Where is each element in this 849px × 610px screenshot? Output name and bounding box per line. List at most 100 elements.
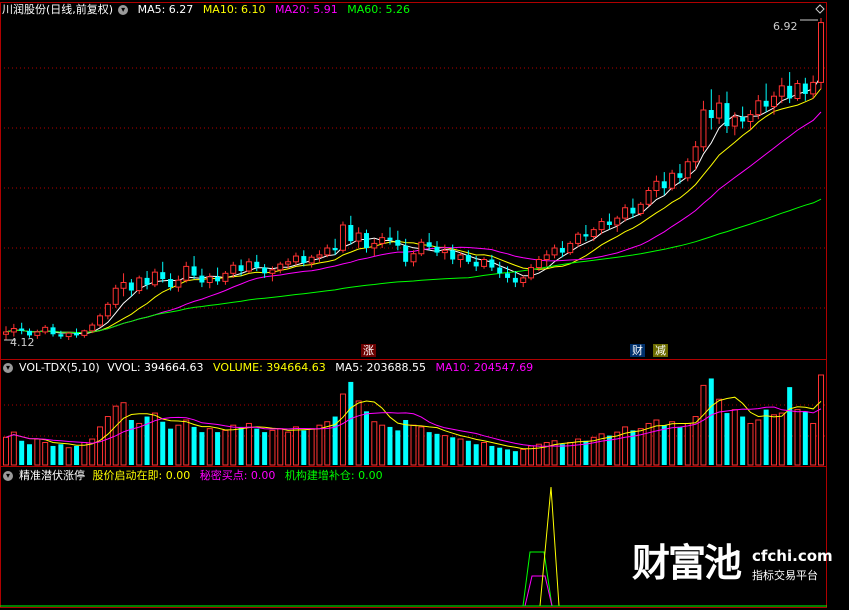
volume-bar[interactable] bbox=[277, 428, 284, 466]
volume-bar[interactable] bbox=[206, 428, 213, 466]
candle[interactable] bbox=[497, 261, 503, 278]
volume-bar[interactable] bbox=[222, 429, 229, 466]
candle[interactable] bbox=[418, 238, 425, 257]
volume-bar[interactable] bbox=[810, 422, 817, 466]
candle[interactable] bbox=[363, 229, 369, 253]
candle[interactable] bbox=[614, 215, 621, 232]
volume-bar[interactable] bbox=[363, 411, 369, 465]
volume-bar[interactable] bbox=[120, 402, 127, 466]
volume-bar[interactable] bbox=[10, 431, 17, 466]
volume-bar[interactable] bbox=[3, 436, 9, 466]
candle[interactable] bbox=[136, 275, 143, 294]
volume-bar[interactable] bbox=[34, 438, 41, 466]
volume-bar[interactable] bbox=[191, 426, 197, 465]
candle[interactable] bbox=[559, 241, 565, 258]
candle[interactable] bbox=[112, 284, 119, 308]
volume-bar[interactable] bbox=[387, 426, 393, 465]
candle[interactable] bbox=[622, 204, 629, 222]
candle[interactable] bbox=[339, 221, 346, 253]
candle[interactable] bbox=[590, 227, 597, 242]
candle[interactable] bbox=[787, 72, 793, 104]
volume-bar[interactable] bbox=[505, 449, 511, 465]
volume-bar[interactable] bbox=[684, 422, 691, 466]
candle[interactable] bbox=[794, 80, 801, 101]
volume-bar[interactable] bbox=[755, 419, 762, 466]
candle[interactable] bbox=[724, 91, 730, 133]
candle[interactable] bbox=[222, 271, 229, 285]
chevron-down-icon[interactable]: ▾ bbox=[3, 363, 13, 373]
candle[interactable] bbox=[81, 329, 88, 338]
volume-bar[interactable] bbox=[371, 421, 378, 466]
volume-bar[interactable] bbox=[42, 442, 49, 466]
stock-title[interactable]: 川润股份(日线,前复权) bbox=[2, 3, 113, 16]
candle[interactable] bbox=[700, 100, 707, 152]
volume-bar[interactable] bbox=[269, 429, 276, 466]
volume-bar[interactable] bbox=[590, 436, 597, 466]
volume-bar[interactable] bbox=[50, 445, 56, 465]
volume-bar[interactable] bbox=[677, 426, 683, 465]
volume-bar[interactable] bbox=[787, 387, 793, 465]
volume-bar[interactable] bbox=[254, 428, 260, 465]
volume-bar[interactable] bbox=[575, 438, 582, 466]
candle[interactable] bbox=[747, 110, 754, 130]
volume-bar[interactable] bbox=[559, 444, 565, 465]
volume-bar[interactable] bbox=[19, 440, 25, 465]
candle[interactable] bbox=[19, 322, 25, 335]
chevron-down-icon[interactable]: ▾ bbox=[118, 5, 129, 15]
volume-bar[interactable] bbox=[168, 428, 174, 465]
candle[interactable] bbox=[199, 268, 205, 288]
scroll-indicator[interactable] bbox=[815, 4, 825, 14]
volume-bar[interactable] bbox=[262, 432, 268, 465]
volume-bar[interactable] bbox=[292, 426, 299, 466]
volume-bar[interactable] bbox=[708, 378, 714, 465]
cai-marker[interactable]: 财 bbox=[630, 344, 645, 357]
candle[interactable] bbox=[505, 266, 511, 283]
volume-bar[interactable] bbox=[520, 448, 527, 466]
signal-indicator-name[interactable]: 精准潜伏涨停 bbox=[19, 469, 85, 482]
candle[interactable] bbox=[160, 261, 166, 283]
candle[interactable] bbox=[50, 323, 56, 337]
volume-bar[interactable] bbox=[434, 433, 440, 465]
volume-bar[interactable] bbox=[512, 451, 518, 465]
volume-bar[interactable] bbox=[802, 411, 808, 465]
candle[interactable] bbox=[277, 261, 284, 274]
volume-bar[interactable] bbox=[418, 426, 425, 466]
volume-bar[interactable] bbox=[661, 425, 667, 465]
candle[interactable] bbox=[65, 331, 72, 340]
volume-bar[interactable] bbox=[199, 432, 205, 465]
volume-bar[interactable] bbox=[355, 400, 362, 466]
candle[interactable] bbox=[583, 225, 589, 242]
volume-bar[interactable] bbox=[700, 384, 707, 466]
candle[interactable] bbox=[262, 264, 268, 278]
volume-bar[interactable] bbox=[457, 438, 464, 466]
candle[interactable] bbox=[316, 250, 323, 262]
candle[interactable] bbox=[551, 244, 558, 259]
volume-bar-series[interactable] bbox=[3, 374, 824, 466]
chevron-down-icon[interactable]: ▾ bbox=[3, 471, 13, 481]
candle[interactable] bbox=[637, 202, 644, 216]
volume-bar[interactable] bbox=[614, 431, 621, 466]
candle[interactable] bbox=[645, 187, 652, 207]
volume-bar[interactable] bbox=[301, 430, 307, 465]
zhang-marker[interactable]: 涨 bbox=[361, 344, 376, 357]
volume-bar[interactable] bbox=[136, 422, 143, 466]
volume-bar[interactable] bbox=[74, 445, 80, 465]
volume-bar[interactable] bbox=[731, 409, 738, 466]
candle[interactable] bbox=[175, 275, 182, 292]
volume-bar[interactable] bbox=[763, 409, 769, 465]
candle[interactable] bbox=[818, 18, 824, 90]
candle[interactable] bbox=[97, 313, 104, 328]
volume-bar[interactable] bbox=[473, 444, 479, 465]
candle[interactable] bbox=[324, 244, 331, 258]
candle[interactable] bbox=[684, 158, 691, 182]
candle[interactable] bbox=[74, 328, 80, 338]
volume-bar[interactable] bbox=[81, 442, 88, 466]
candle[interactable] bbox=[206, 273, 213, 289]
volume-bar[interactable] bbox=[426, 432, 432, 465]
candle[interactable] bbox=[355, 227, 362, 248]
candle[interactable] bbox=[104, 302, 111, 320]
volume-bar[interactable] bbox=[818, 374, 824, 466]
candle[interactable] bbox=[457, 252, 464, 268]
volume-bar[interactable] bbox=[238, 426, 244, 465]
candle[interactable] bbox=[441, 244, 448, 260]
